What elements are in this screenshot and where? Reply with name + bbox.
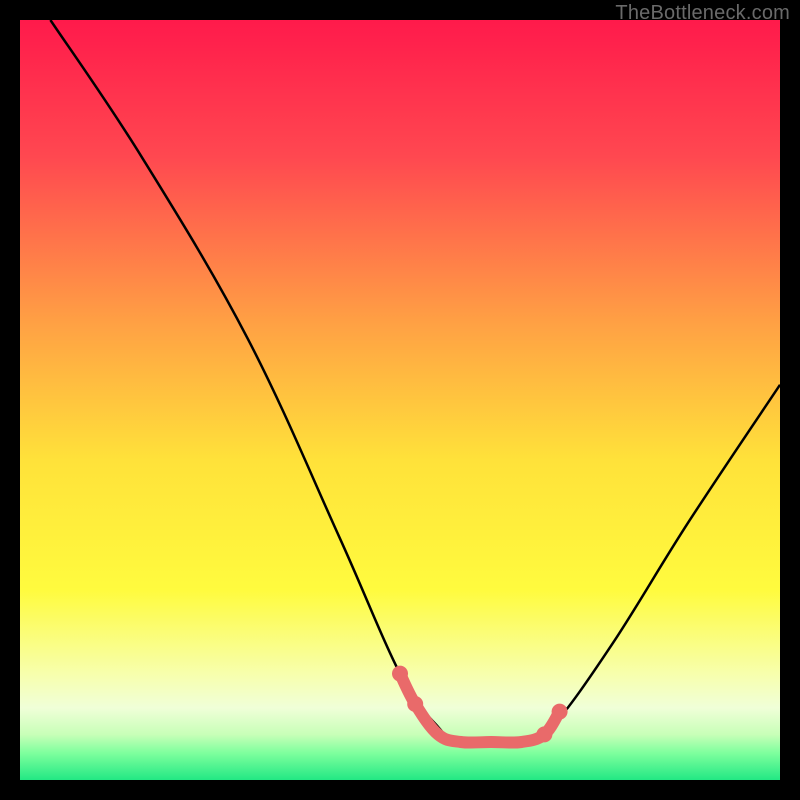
watermark-text: TheBottleneck.com (615, 2, 790, 25)
plot-area (20, 20, 780, 780)
chart-frame: TheBottleneck.com (0, 0, 800, 800)
highlight-marker (552, 704, 568, 720)
highlight-marker (407, 696, 423, 712)
highlight-marker (392, 666, 408, 682)
highlight-marker (536, 726, 552, 742)
chart-svg (20, 20, 780, 780)
